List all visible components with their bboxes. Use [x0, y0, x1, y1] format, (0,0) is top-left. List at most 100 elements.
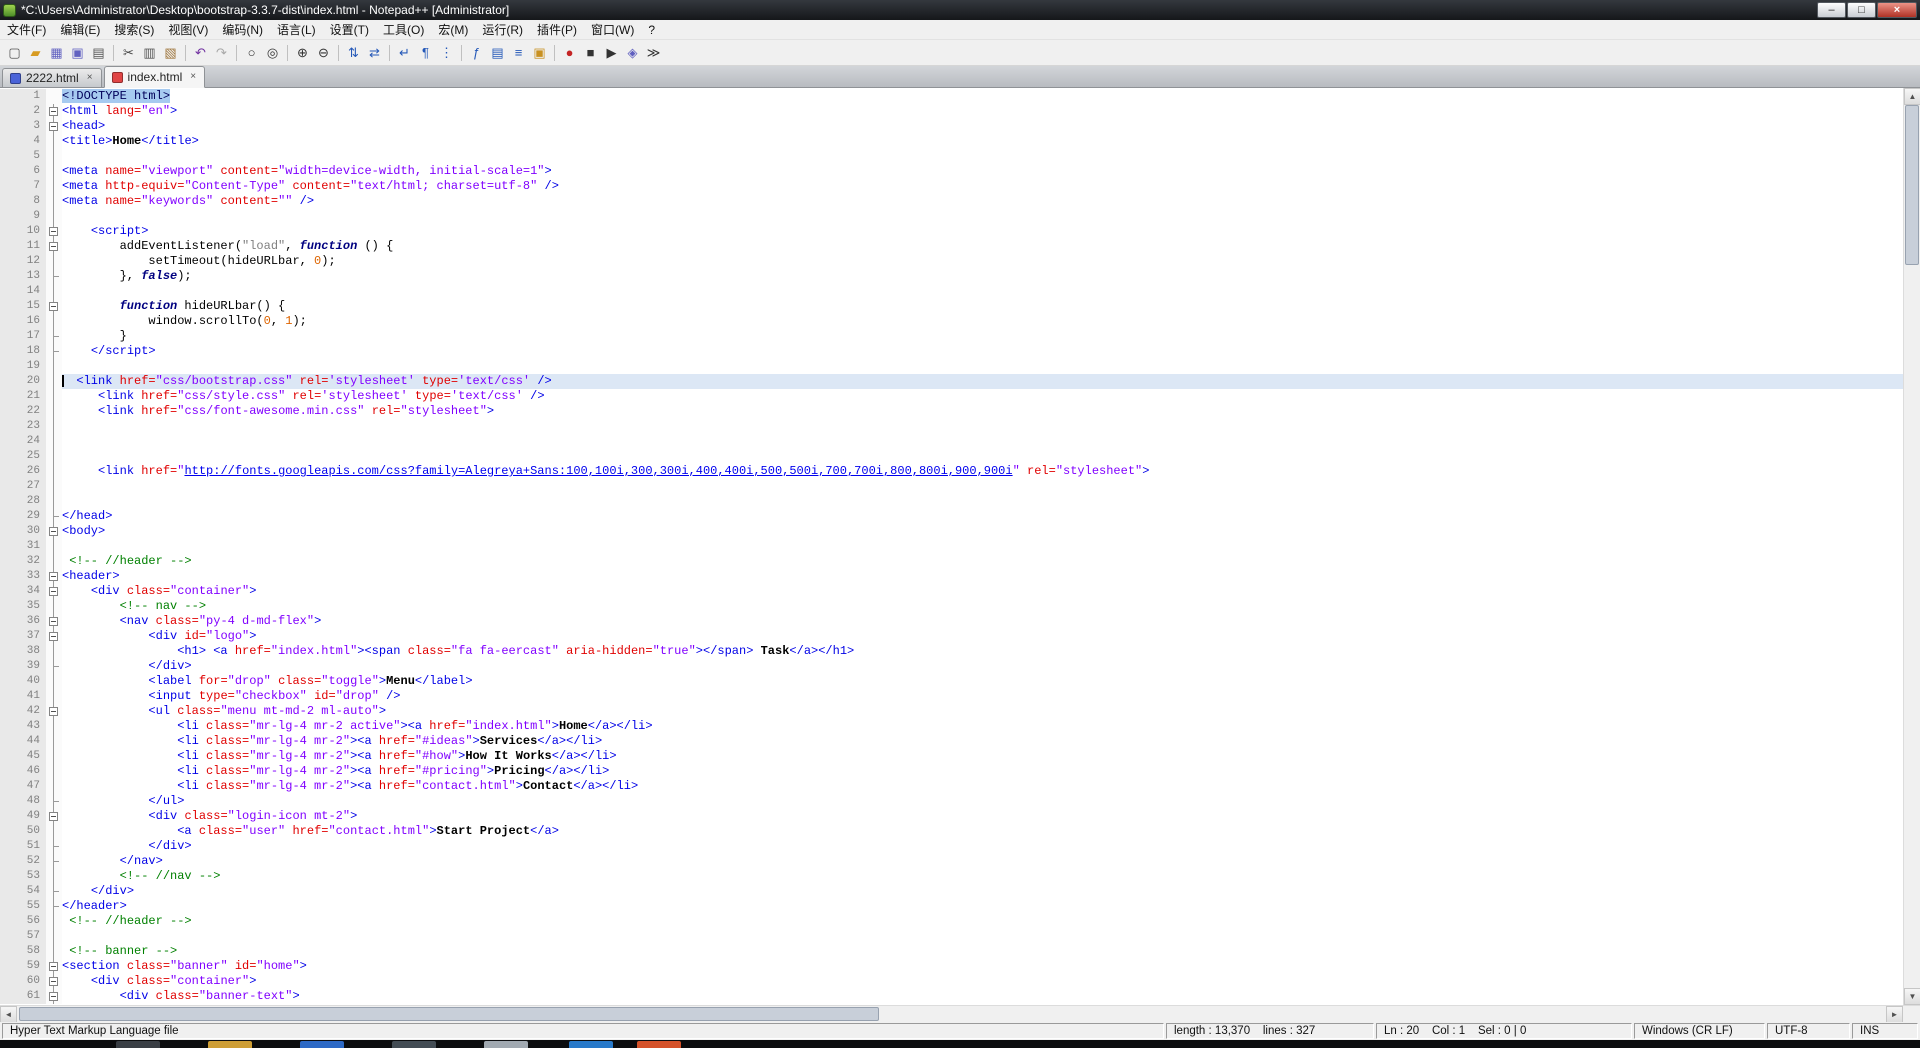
code-text[interactable]: <meta http-equiv="Content-Type" content=… — [62, 179, 1903, 194]
code-line-48[interactable]: 48 </ul> — [0, 794, 1903, 809]
macro-play-icon[interactable]: ▶ — [602, 43, 621, 62]
bookmark-margin[interactable] — [0, 194, 10, 209]
bookmark-margin[interactable] — [0, 749, 10, 764]
code-text[interactable] — [62, 449, 1903, 464]
code-text[interactable]: <div class="container"> — [62, 974, 1903, 989]
function-list-icon[interactable]: ƒ — [467, 43, 486, 62]
bookmark-margin[interactable] — [0, 959, 10, 974]
code-line-22[interactable]: 22 <link href="css/font-awesome.min.css"… — [0, 404, 1903, 419]
bookmark-margin[interactable] — [0, 389, 10, 404]
code-text[interactable] — [62, 929, 1903, 944]
vertical-scroll-track[interactable] — [1904, 105, 1920, 988]
fold-collapse-icon[interactable] — [46, 239, 62, 254]
bookmark-margin[interactable] — [0, 644, 10, 659]
bookmark-margin[interactable] — [0, 689, 10, 704]
code-line-50[interactable]: 50 <a class="user" href="contact.html">S… — [0, 824, 1903, 839]
macro-stop-icon[interactable]: ■ — [581, 43, 600, 62]
notepad-plus-plus-icon[interactable] — [3, 3, 16, 17]
code-line-32[interactable]: 32 <!-- //header --> — [0, 554, 1903, 569]
code-line-4[interactable]: 4 <title>Home</title> — [0, 134, 1903, 149]
bookmark-margin[interactable] — [0, 359, 10, 374]
bookmark-margin[interactable] — [0, 614, 10, 629]
fold-minus-box[interactable] — [49, 812, 58, 821]
code-text[interactable]: <meta name="keywords" content="" /> — [62, 194, 1903, 209]
bookmark-margin[interactable] — [0, 314, 10, 329]
fold-minus-box[interactable] — [49, 227, 58, 236]
horizontal-scroll-thumb[interactable] — [19, 1007, 879, 1021]
code-text[interactable]: <title>Home</title> — [62, 134, 1903, 149]
code-line-41[interactable]: 41 <input type="checkbox" id="drop" /> — [0, 689, 1903, 704]
bookmark-margin[interactable] — [0, 839, 10, 854]
bookmark-margin[interactable] — [0, 734, 10, 749]
code-text[interactable]: </header> — [62, 899, 1903, 914]
code-line-12[interactable]: 12 setTimeout(hideURLbar, 0); — [0, 254, 1903, 269]
code-line-25[interactable]: 25 — [0, 449, 1903, 464]
bookmark-margin[interactable] — [0, 479, 10, 494]
scroll-left-icon[interactable]: ◄ — [0, 1006, 17, 1023]
bookmark-margin[interactable] — [0, 179, 10, 194]
code-text[interactable]: <div class="container"> — [62, 584, 1903, 599]
code-text[interactable]: </div> — [62, 884, 1903, 899]
bookmark-margin[interactable] — [0, 269, 10, 284]
bookmark-margin[interactable] — [0, 794, 10, 809]
tab-2222.html[interactable]: 2222.html × — [2, 68, 102, 87]
menu-encoding[interactable]: 编码(N) — [215, 19, 270, 40]
menu-tools[interactable]: 工具(O) — [376, 19, 431, 40]
code-text[interactable]: <link href= "http://fonts.googleapis.com/… — [62, 464, 1903, 479]
code-text[interactable]: <body> — [62, 524, 1903, 539]
vertical-scrollbar[interactable]: ▲ ▼ — [1903, 88, 1920, 1005]
code-text[interactable]: <li class="mr-lg-4 mr-2 active"><a href=… — [62, 719, 1903, 734]
code-line-37[interactable]: 37 <div id="logo"> — [0, 629, 1903, 644]
code-text[interactable]: <link href="css/style.css" rel='styleshe… — [62, 389, 1903, 404]
bookmark-margin[interactable] — [0, 539, 10, 554]
code-text[interactable]: <label for="drop" class="toggle">Menu</l… — [62, 674, 1903, 689]
fold-collapse-icon[interactable] — [46, 119, 62, 134]
fold-collapse-icon[interactable] — [46, 959, 62, 974]
scroll-down-icon[interactable]: ▼ — [1904, 988, 1920, 1005]
fold-minus-box[interactable] — [49, 632, 58, 641]
code-line-23[interactable]: 23 — [0, 419, 1903, 434]
editor-area[interactable]: 1 <!DOCTYPE html> 2 <html lang="en"> 3 <head>… — [0, 88, 1920, 1005]
menu-view[interactable]: 视图(V) — [161, 19, 215, 40]
code-line-39[interactable]: 39 </div> — [0, 659, 1903, 674]
tab-close-icon[interactable]: × — [189, 72, 197, 82]
code-line-56[interactable]: 56 <!-- //header --> — [0, 914, 1903, 929]
bookmark-margin[interactable] — [0, 884, 10, 899]
code-line-58[interactable]: 58 <!-- banner --> — [0, 944, 1903, 959]
bookmark-margin[interactable] — [0, 704, 10, 719]
save-icon[interactable]: ▦ — [47, 43, 66, 62]
code-line-54[interactable]: 54 </div> — [0, 884, 1903, 899]
bookmark-margin[interactable] — [0, 779, 10, 794]
code-line-57[interactable]: 57 — [0, 929, 1903, 944]
bookmark-margin[interactable] — [0, 89, 10, 104]
code-text[interactable]: <li class="mr-lg-4 mr-2"><a href="contac… — [62, 779, 1903, 794]
bookmark-margin[interactable] — [0, 629, 10, 644]
taskbar-app-6[interactable] — [569, 1041, 613, 1048]
find-icon[interactable]: ○ — [242, 43, 261, 62]
show-all-characters-icon[interactable]: ¶ — [416, 43, 435, 62]
code-text[interactable] — [62, 209, 1903, 224]
code-text[interactable] — [62, 284, 1903, 299]
code-line-61[interactable]: 61 <div class="banner-text"> — [0, 989, 1903, 1004]
code-text[interactable] — [62, 479, 1903, 494]
code-text[interactable]: <!-- banner --> — [62, 944, 1903, 959]
indent-guide-icon[interactable]: ⋮ — [437, 43, 456, 62]
bookmark-margin[interactable] — [0, 149, 10, 164]
bookmark-margin[interactable] — [0, 374, 10, 389]
bookmark-margin[interactable] — [0, 944, 10, 959]
code-line-53[interactable]: 53 <!-- //nav --> — [0, 869, 1903, 884]
bookmark-margin[interactable] — [0, 434, 10, 449]
code-line-44[interactable]: 44 <li class="mr-lg-4 mr-2"><a href="#id… — [0, 734, 1903, 749]
code-line-35[interactable]: 35 <!-- nav --> — [0, 599, 1903, 614]
code-line-45[interactable]: 45 <li class="mr-lg-4 mr-2"><a href="#ho… — [0, 749, 1903, 764]
code-line-1[interactable]: 1 <!DOCTYPE html> — [0, 89, 1903, 104]
fold-collapse-icon[interactable] — [46, 704, 62, 719]
code-text[interactable] — [62, 539, 1903, 554]
code-line-13[interactable]: 13 }, false); — [0, 269, 1903, 284]
code-text[interactable]: <ul class="menu mt-md-2 ml-auto"> — [62, 704, 1903, 719]
bookmark-margin[interactable] — [0, 524, 10, 539]
undo-icon[interactable]: ↶ — [191, 43, 210, 62]
scroll-right-icon[interactable]: ► — [1886, 1006, 1903, 1023]
fold-minus-box[interactable] — [49, 707, 58, 716]
bookmark-margin[interactable] — [0, 764, 10, 779]
